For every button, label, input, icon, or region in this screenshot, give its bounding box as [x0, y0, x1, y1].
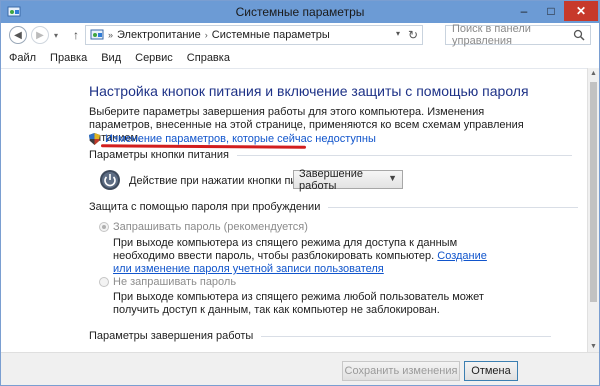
- menu-tools[interactable]: Сервис: [135, 52, 173, 64]
- minimize-button[interactable]: –: [511, 1, 537, 21]
- password-section-heading: Защита с помощью пароля при пробуждении: [89, 201, 579, 213]
- window-title: Системные параметры: [235, 5, 365, 19]
- menu-file[interactable]: Файл: [9, 52, 36, 64]
- power-button-icon: [100, 170, 120, 190]
- shutdown-section-title: Параметры завершения работы: [89, 330, 254, 342]
- search-input[interactable]: Поиск в панели управления: [445, 23, 591, 47]
- require-password-label: Запрашивать пароль (рекомендуется): [113, 221, 308, 233]
- power-action-select[interactable]: Завершение работы ▼: [293, 167, 403, 192]
- maximize-button[interactable]: □: [538, 1, 564, 21]
- vertical-scrollbar[interactable]: ▲ ▼: [587, 68, 599, 352]
- scroll-down-icon[interactable]: ▼: [590, 343, 597, 350]
- title-bar: Системные параметры – □ ✕: [1, 1, 599, 23]
- breadcrumb-power-options[interactable]: Электропитание: [117, 29, 201, 41]
- refresh-icon[interactable]: ↻: [408, 28, 418, 42]
- navigation-bar: ◀ ▶ ▾ ↑ » Электропитание › Системные пар…: [1, 23, 599, 48]
- power-section-heading: Параметры кнопки питания: [89, 149, 572, 161]
- back-button[interactable]: ◀: [9, 26, 27, 44]
- recent-pages-dropdown[interactable]: ▾: [51, 26, 61, 44]
- menu-help[interactable]: Справка: [187, 52, 230, 64]
- change-unavailable-settings-link[interactable]: Изменение параметров, которые сейчас нед…: [105, 133, 376, 145]
- control-panel-icon: [90, 29, 104, 40]
- section-divider: [236, 154, 572, 156]
- scroll-thumb[interactable]: [590, 82, 597, 302]
- section-divider: [261, 335, 552, 337]
- shutdown-section-heading: Параметры завершения работы: [89, 330, 552, 342]
- require-password-description: При выходе компьютера из спящего режима …: [113, 237, 493, 276]
- chevron-down-icon: ▼: [388, 173, 397, 183]
- forward-button[interactable]: ▶: [31, 26, 49, 44]
- footer-bar: Сохранить изменения Отмена: [1, 352, 599, 385]
- section-divider: [328, 206, 579, 208]
- save-changes-button[interactable]: Сохранить изменения: [342, 361, 460, 381]
- content-area: Настройка кнопок питания и включение защ…: [1, 68, 587, 352]
- breadcrumb-separator-icon: ›: [204, 30, 208, 40]
- search-icon[interactable]: [573, 29, 585, 41]
- menu-bar: Файл Правка Вид Сервис Справка: [1, 48, 599, 68]
- cancel-button[interactable]: Отмена: [464, 361, 518, 381]
- window: Системные параметры – □ ✕ ◀ ▶ ▾ ↑ » Элек…: [0, 0, 600, 386]
- breadcrumb-separator-icon: »: [108, 30, 114, 40]
- search-placeholder: Поиск в панели управления: [452, 23, 531, 47]
- no-password-label: Не запрашивать пароль: [113, 276, 237, 288]
- address-bar[interactable]: » Электропитание › Системные параметры ▾…: [85, 25, 423, 45]
- require-password-text: При выходе компьютера из спящего режима …: [113, 237, 458, 262]
- no-password-description: При выходе компьютера из спящего режима …: [113, 291, 484, 316]
- password-section-title: Защита с помощью пароля при пробуждении: [89, 201, 321, 213]
- scroll-up-icon[interactable]: ▲: [590, 70, 597, 77]
- menu-view[interactable]: Вид: [101, 52, 121, 64]
- power-section-title: Параметры кнопки питания: [89, 149, 229, 161]
- address-dropdown-icon[interactable]: ▾: [396, 29, 400, 38]
- page-title: Настройка кнопок питания и включение защ…: [89, 83, 529, 99]
- close-button[interactable]: ✕: [564, 1, 598, 21]
- require-password-radio[interactable]: [99, 222, 109, 232]
- menu-edit[interactable]: Правка: [50, 52, 87, 64]
- power-action-value: Завершение работы: [299, 167, 363, 192]
- up-button[interactable]: ↑: [67, 26, 85, 44]
- breadcrumb-system-settings[interactable]: Системные параметры: [212, 29, 330, 41]
- no-password-radio[interactable]: [99, 277, 109, 287]
- uac-shield-icon: [89, 133, 100, 145]
